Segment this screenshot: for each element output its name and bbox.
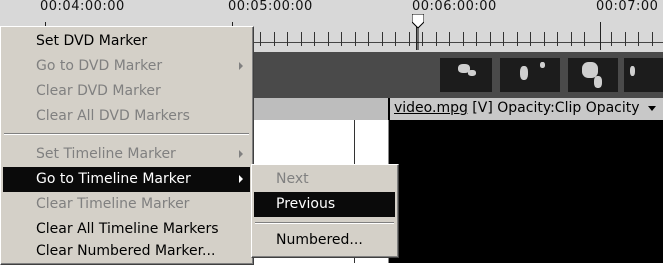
menu-item-label: Clear Timeline Marker (36, 196, 190, 212)
menu-item-label: Go to DVD Marker (36, 58, 163, 74)
submenu-arrow-icon (239, 150, 243, 158)
clip-opacity-dropdown-icon[interactable] (648, 106, 656, 111)
ruler-minor-tick (476, 32, 477, 46)
ruler-minor-tick (368, 32, 369, 46)
menu-item-label: Next (276, 171, 309, 187)
ruler-minor-tick (611, 32, 612, 46)
ruler-minor-tick (517, 32, 518, 46)
menu-separator (4, 133, 249, 135)
ruler-time-label: 00:05:00:00 (228, 0, 313, 14)
ruler-minor-tick (382, 32, 383, 46)
menu-item-go-to-dvd-marker[interactable]: Go to DVD Marker (3, 54, 250, 79)
ruler-minor-tick (638, 32, 639, 46)
ruler-minor-tick (557, 32, 558, 46)
ruler-time-label: 00:04:00:00 (40, 0, 125, 14)
ruler-minor-tick (274, 32, 275, 46)
submenu-arrow-icon (239, 175, 243, 183)
clip-title: video.mpg [V] Opacity:Clip Opacity (394, 100, 640, 116)
menu-item-label: Clear All DVD Markers (36, 108, 190, 124)
menu-item-label: Set DVD Marker (36, 33, 148, 49)
menu-item-label: Set Timeline Marker (36, 146, 176, 162)
video-thumbnail (440, 58, 492, 92)
menu-item-label: Clear Numbered Marker... (36, 243, 216, 259)
submenu-go-to-timeline-marker: Next Previous Numbered... (251, 164, 399, 258)
clip-filename[interactable]: video.mpg (394, 100, 468, 116)
ruler-minor-tick (301, 32, 302, 46)
ruler-minor-tick (571, 32, 572, 46)
video-thumbnail (500, 58, 560, 92)
ruler-minor-tick (409, 32, 410, 46)
ruler-minor-tick (463, 32, 464, 46)
ruler-minor-tick (544, 32, 545, 46)
ruler-minor-tick (503, 32, 504, 46)
menu-item-clear-numbered-marker[interactable]: Clear Numbered Marker... (3, 239, 250, 264)
ruler-minor-tick (584, 32, 585, 46)
menu-item-go-to-timeline-marker[interactable]: Go to Timeline Marker (3, 167, 250, 192)
menu-item-clear-dvd-marker[interactable]: Clear DVD Marker (3, 79, 250, 104)
menu-item-label: Clear DVD Marker (36, 83, 161, 99)
menu-item-set-dvd-marker[interactable]: Set DVD Marker (3, 29, 250, 54)
ruler-minor-tick (287, 32, 288, 46)
ruler-minor-tick (395, 32, 396, 46)
menu-separator (255, 222, 394, 224)
ruler-time-label: 00:06:00:00 (412, 0, 497, 14)
menu-item-next[interactable]: Next (254, 167, 395, 192)
clip-opacity-label: [V] Opacity:Clip Opacity (467, 100, 640, 116)
submenu-arrow-icon (239, 62, 243, 70)
ruler-minor-tick (314, 32, 315, 46)
video-thumbnail (568, 58, 618, 92)
menu-item-label: Numbered... (276, 232, 363, 248)
menu-item-label: Go to Timeline Marker (36, 171, 191, 187)
ruler-minor-tick (449, 32, 450, 46)
ruler-minor-tick (260, 32, 261, 46)
menu-item-label: Clear All Timeline Markers (36, 221, 219, 237)
ruler-major-tick (600, 22, 601, 50)
context-menu: Set DVD Marker Go to DVD Marker Clear DV… (0, 26, 254, 265)
ruler-minor-tick (328, 32, 329, 46)
menu-item-label: Previous (276, 196, 336, 212)
ruler-minor-tick (355, 32, 356, 46)
menu-item-previous[interactable]: Previous (254, 192, 395, 217)
ruler-minor-tick (530, 32, 531, 46)
menu-item-set-timeline-marker[interactable]: Set Timeline Marker (3, 142, 250, 167)
current-time-indicator[interactable] (412, 14, 424, 50)
menu-item-numbered[interactable]: Numbered... (254, 228, 395, 253)
ruler-minor-tick (625, 32, 626, 46)
menu-item-clear-all-dvd-markers[interactable]: Clear All DVD Markers (3, 104, 250, 129)
video-clip-body[interactable] (388, 120, 663, 263)
ruler-minor-tick (652, 32, 653, 46)
ruler-minor-tick (436, 32, 437, 46)
ruler-minor-tick (490, 32, 491, 46)
menu-item-clear-timeline-marker[interactable]: Clear Timeline Marker (3, 192, 250, 217)
ruler-minor-tick (341, 32, 342, 46)
video-thumbnail (624, 58, 663, 92)
ruler-time-label: 00:07:00 (596, 0, 659, 14)
